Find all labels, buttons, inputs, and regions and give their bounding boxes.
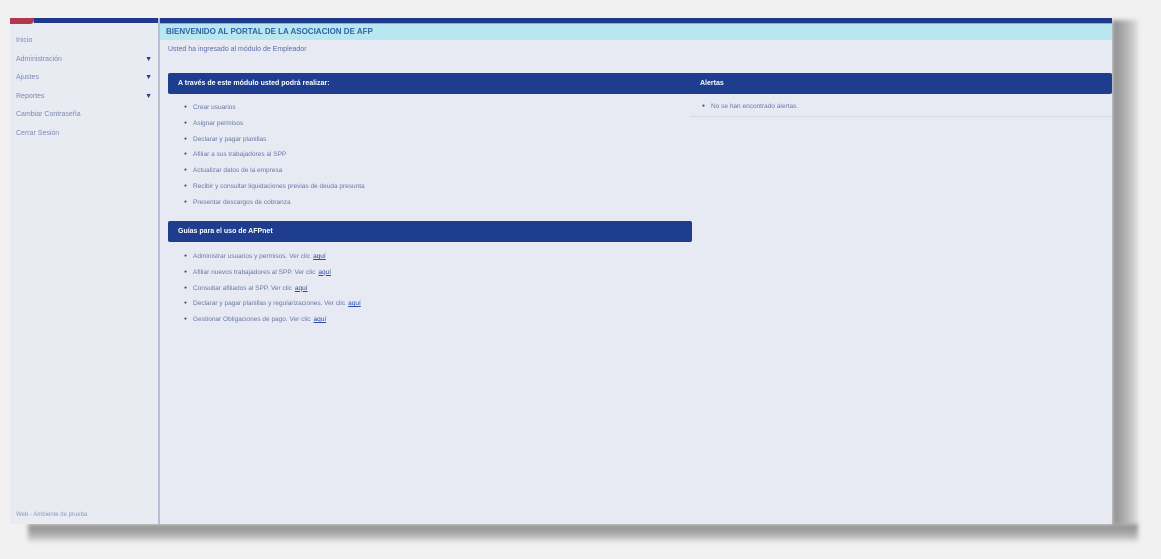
main-content: BIENVENIDO AL PORTAL DE LA ASOCIACION DE…: [160, 18, 1112, 524]
sidebar-item-ajustes[interactable]: Ajustes ▼: [10, 69, 158, 88]
sidebar-item-label: Reportes: [16, 92, 45, 100]
list-item: Actualizar datos de la empresa: [184, 163, 365, 179]
page-subtitle: Usted ha ingresado al módulo de Empleado…: [168, 46, 307, 53]
list-item: Consultar afiliados al SPP. Ver clicaquí: [184, 281, 361, 297]
caret-down-icon: ▼: [145, 74, 152, 82]
sidebar-item-label: Ajustes: [16, 74, 39, 82]
sidebar-item-cambiar-contrasena[interactable]: Cambiar Contraseña: [10, 106, 158, 125]
guides-list: Administrar usuarios y permisos. Ver cli…: [184, 249, 361, 328]
list-item: Asignar permisos: [184, 116, 365, 132]
actions-list: Crear usuarios Asignar permisos Declarar…: [184, 100, 365, 211]
sidebar-menu: Inicio Administración ▼ Ajustes ▼ Report…: [10, 32, 158, 144]
actions-panel-header: A través de este módulo usted podrá real…: [168, 73, 692, 94]
brand-logo: [10, 18, 34, 24]
guide-link[interactable]: aquí: [295, 285, 308, 292]
caret-down-icon: ▼: [145, 92, 152, 100]
app-window: Inicio Administración ▼ Ajustes ▼ Report…: [10, 18, 1112, 524]
welcome-banner: BIENVENIDO AL PORTAL DE LA ASOCIACION DE…: [160, 24, 1112, 40]
sidebar-item-label: Inicio: [16, 37, 33, 44]
sidebar-item-reportes[interactable]: Reportes ▼: [10, 88, 158, 107]
alerts-divider: [690, 114, 1112, 117]
sidebar-item-label: Cerrar Sesión: [16, 129, 60, 137]
guides-panel-header: Guías para el uso de AFPnet: [168, 221, 692, 242]
alerts-panel-header: Alertas: [690, 73, 1112, 94]
list-item: Declarar y pagar planillas: [184, 132, 365, 148]
list-item: Gestionar Obligaciones de pago. Ver clic…: [184, 312, 361, 328]
alerts-message: No se han encontrado alertas.: [702, 103, 798, 110]
sidebar-item-inicio[interactable]: Inicio: [10, 32, 158, 51]
guide-link[interactable]: aquí: [313, 253, 326, 260]
sidebar-footer: Web - Ambiente de prueba: [16, 512, 88, 518]
list-item: Afiliar a sus trabajadores al SPP: [184, 147, 365, 163]
guide-link[interactable]: aquí: [348, 300, 361, 307]
guide-link[interactable]: aquí: [318, 269, 331, 276]
sidebar-item-administracion[interactable]: Administración ▼: [10, 51, 158, 70]
sidebar-item-label: Cambiar Contraseña: [16, 111, 81, 119]
sidebar-topbar: [34, 18, 158, 23]
list-item: Recibir y consultar liquidaciones previa…: [184, 179, 365, 195]
window-shadow-bottom: [28, 524, 1138, 542]
guide-link[interactable]: aquí: [313, 316, 326, 323]
list-item: Crear usuarios: [184, 100, 365, 116]
window-shadow-right: [1112, 20, 1138, 525]
list-item: Presentar descargos de cobranza: [184, 195, 365, 211]
list-item: Declarar y pagar planillas y regularizac…: [184, 296, 361, 312]
sidebar-item-cerrar-sesion[interactable]: Cerrar Sesión: [10, 125, 158, 144]
sidebar: Inicio Administración ▼ Ajustes ▼ Report…: [10, 18, 160, 524]
sidebar-item-label: Administración: [16, 55, 62, 63]
list-item: Administrar usuarios y permisos. Ver cli…: [184, 249, 361, 265]
list-item: Afiliar nuevos trabajadores al SPP. Ver …: [184, 265, 361, 281]
caret-down-icon: ▼: [145, 55, 152, 63]
